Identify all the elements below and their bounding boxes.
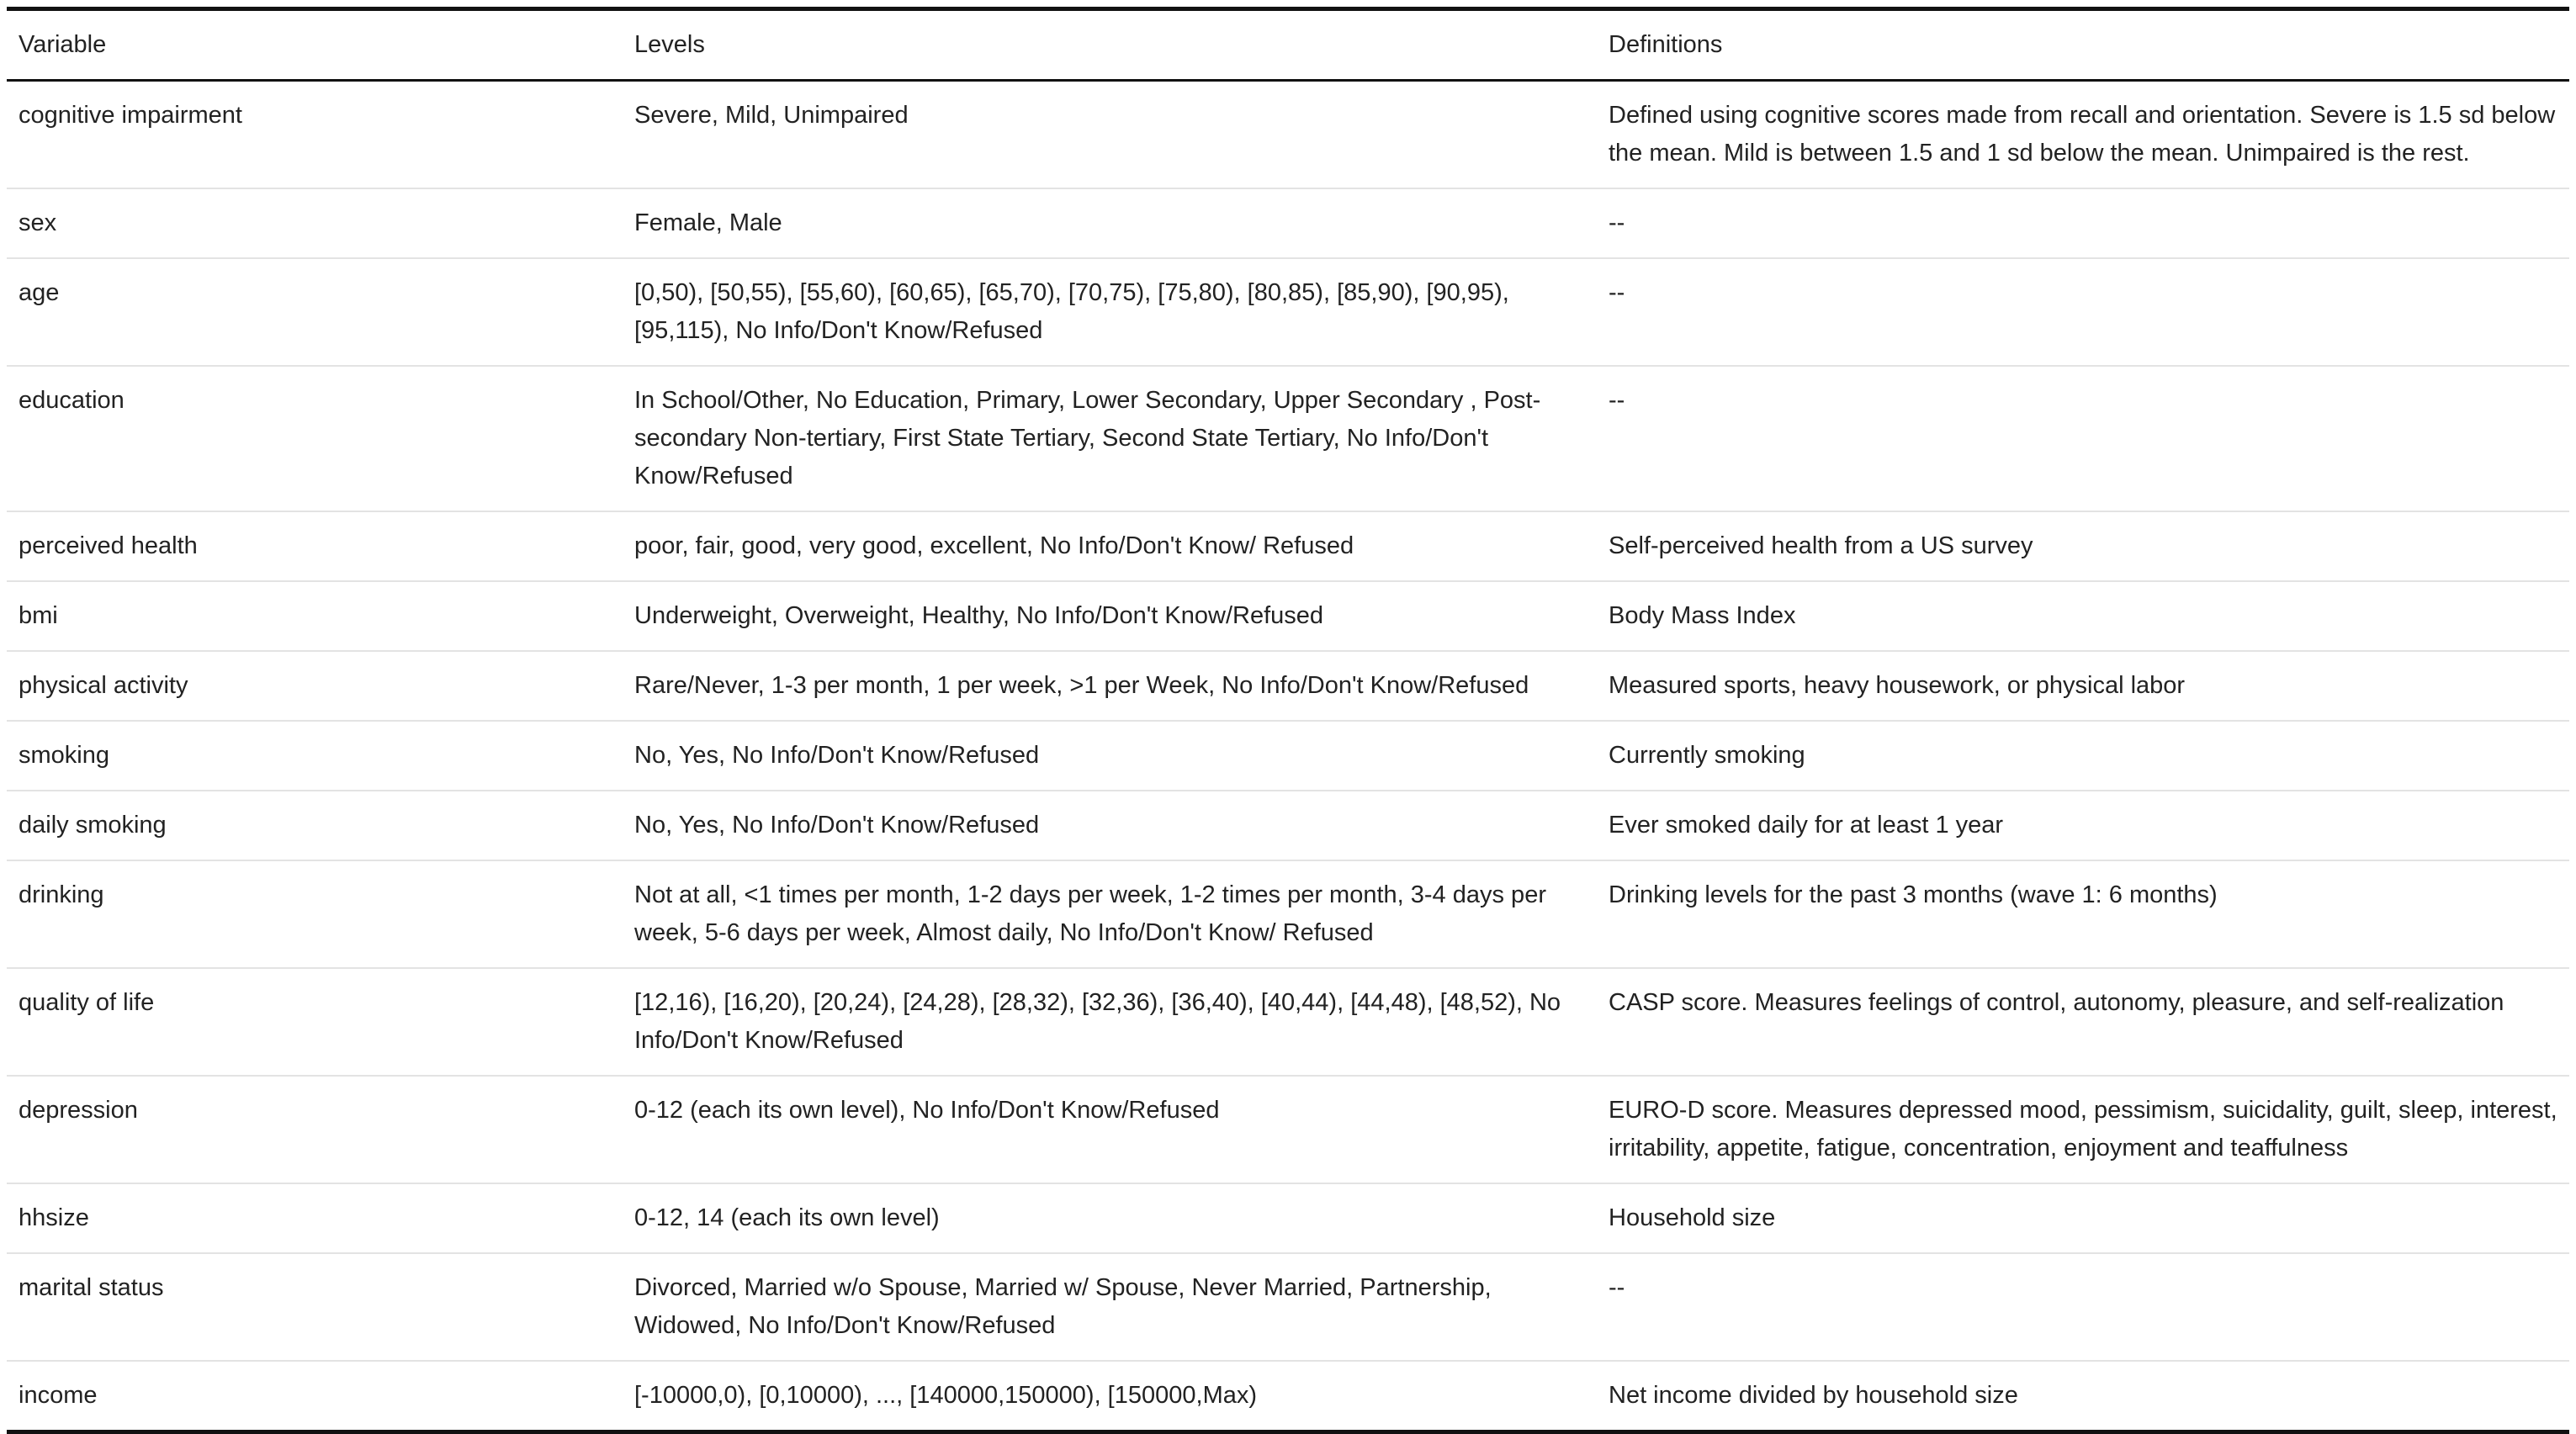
- cell-definition: CASP score. Measures feelings of control…: [1609, 989, 2504, 1016]
- cell-definition: Currently smoking: [1609, 742, 1805, 769]
- table-row: perceived health poor, fair, good, very …: [7, 511, 2569, 581]
- cell-definition: --: [1609, 1274, 1625, 1301]
- table-row: sex Female, Male --: [7, 188, 2569, 258]
- cell-variable: quality of life: [19, 989, 155, 1016]
- table-row: daily smoking No, Yes, No Info/Don't Kno…: [7, 791, 2569, 860]
- table-row: bmi Underweight, Overweight, Healthy, No…: [7, 581, 2569, 651]
- table-row: depression 0-12 (each its own level), No…: [7, 1076, 2569, 1183]
- table-row: drinking Not at all, <1 times per month,…: [7, 860, 2569, 968]
- cell-levels: Not at all, <1 times per month, 1-2 days…: [634, 881, 1546, 946]
- cell-variable: smoking: [19, 742, 109, 769]
- table-header: Variable Levels Definitions: [7, 8, 2569, 81]
- header-row: Variable Levels Definitions: [7, 8, 2569, 81]
- table-row: age [0,50), [50,55), [55,60), [60,65), […: [7, 258, 2569, 366]
- table-row: education In School/Other, No Education,…: [7, 366, 2569, 511]
- cell-levels: 0-12, 14 (each its own level): [634, 1204, 940, 1231]
- cell-definition: Household size: [1609, 1204, 1776, 1231]
- cell-variable: depression: [19, 1097, 138, 1124]
- cell-definition: --: [1609, 387, 1625, 414]
- header-levels: Levels: [634, 31, 705, 58]
- cell-levels: Female, Male: [634, 209, 782, 236]
- table-row: physical activity Rare/Never, 1-3 per mo…: [7, 651, 2569, 721]
- cell-levels: Severe, Mild, Unimpaired: [634, 102, 909, 129]
- cell-variable: income: [19, 1382, 98, 1409]
- cell-variable: cognitive impairment: [19, 102, 242, 129]
- cell-variable: hhsize: [19, 1204, 89, 1231]
- header-variable: Variable: [19, 31, 107, 58]
- cell-levels: No, Yes, No Info/Don't Know/Refused: [634, 812, 1040, 839]
- cell-definition: Net income divided by household size: [1609, 1382, 2018, 1409]
- cell-levels: In School/Other, No Education, Primary, …: [634, 387, 1541, 489]
- cell-variable: marital status: [19, 1274, 164, 1301]
- cell-definition: --: [1609, 209, 1625, 236]
- table-row: smoking No, Yes, No Info/Don't Know/Refu…: [7, 721, 2569, 791]
- cell-variable: perceived health: [19, 532, 198, 559]
- cell-levels: [0,50), [50,55), [55,60), [60,65), [65,7…: [634, 279, 1509, 344]
- table-row: quality of life [12,16), [16,20), [20,24…: [7, 968, 2569, 1076]
- cell-levels: 0-12 (each its own level), No Info/Don't…: [634, 1097, 1220, 1124]
- cell-variable: physical activity: [19, 672, 188, 699]
- variables-table: Variable Levels Definitions cognitive im…: [7, 7, 2569, 1434]
- cell-levels: No, Yes, No Info/Don't Know/Refused: [634, 742, 1040, 769]
- table-row: marital status Divorced, Married w/o Spo…: [7, 1253, 2569, 1361]
- cell-levels: poor, fair, good, very good, excellent, …: [634, 532, 1354, 559]
- cell-definition: EURO-D score. Measures depressed mood, p…: [1609, 1097, 2557, 1161]
- cell-variable: bmi: [19, 602, 58, 629]
- cell-definition: Drinking levels for the past 3 months (w…: [1609, 881, 2218, 908]
- cell-definition: --: [1609, 279, 1625, 306]
- cell-variable: sex: [19, 209, 57, 236]
- table-body: cognitive impairment Severe, Mild, Unimp…: [7, 81, 2569, 1432]
- cell-definition: Self-perceived health from a US survey: [1609, 532, 2033, 559]
- variables-table-container: Variable Levels Definitions cognitive im…: [7, 7, 2569, 1434]
- cell-definition: Ever smoked daily for at least 1 year: [1609, 812, 2004, 839]
- cell-variable: age: [19, 279, 60, 306]
- cell-definition: Measured sports, heavy housework, or phy…: [1609, 672, 2186, 699]
- table-row: income [-10000,0), [0,10000), ..., [1400…: [7, 1361, 2569, 1432]
- table-row: cognitive impairment Severe, Mild, Unimp…: [7, 81, 2569, 188]
- cell-levels: [12,16), [16,20), [20,24), [24,28), [28,…: [634, 989, 1561, 1054]
- cell-definition: Defined using cognitive scores made from…: [1609, 102, 2556, 167]
- cell-levels: Divorced, Married w/o Spouse, Married w/…: [634, 1274, 1492, 1339]
- cell-levels: Rare/Never, 1-3 per month, 1 per week, >…: [634, 672, 1529, 699]
- cell-levels: [-10000,0), [0,10000), ..., [140000,1500…: [634, 1382, 1258, 1409]
- cell-variable: daily smoking: [19, 812, 167, 839]
- cell-levels: Underweight, Overweight, Healthy, No Inf…: [634, 602, 1324, 629]
- cell-definition: Body Mass Index: [1609, 602, 1796, 629]
- header-definitions: Definitions: [1609, 31, 1723, 58]
- table-row: hhsize 0-12, 14 (each its own level) Hou…: [7, 1183, 2569, 1253]
- cell-variable: drinking: [19, 881, 104, 908]
- cell-variable: education: [19, 387, 125, 414]
